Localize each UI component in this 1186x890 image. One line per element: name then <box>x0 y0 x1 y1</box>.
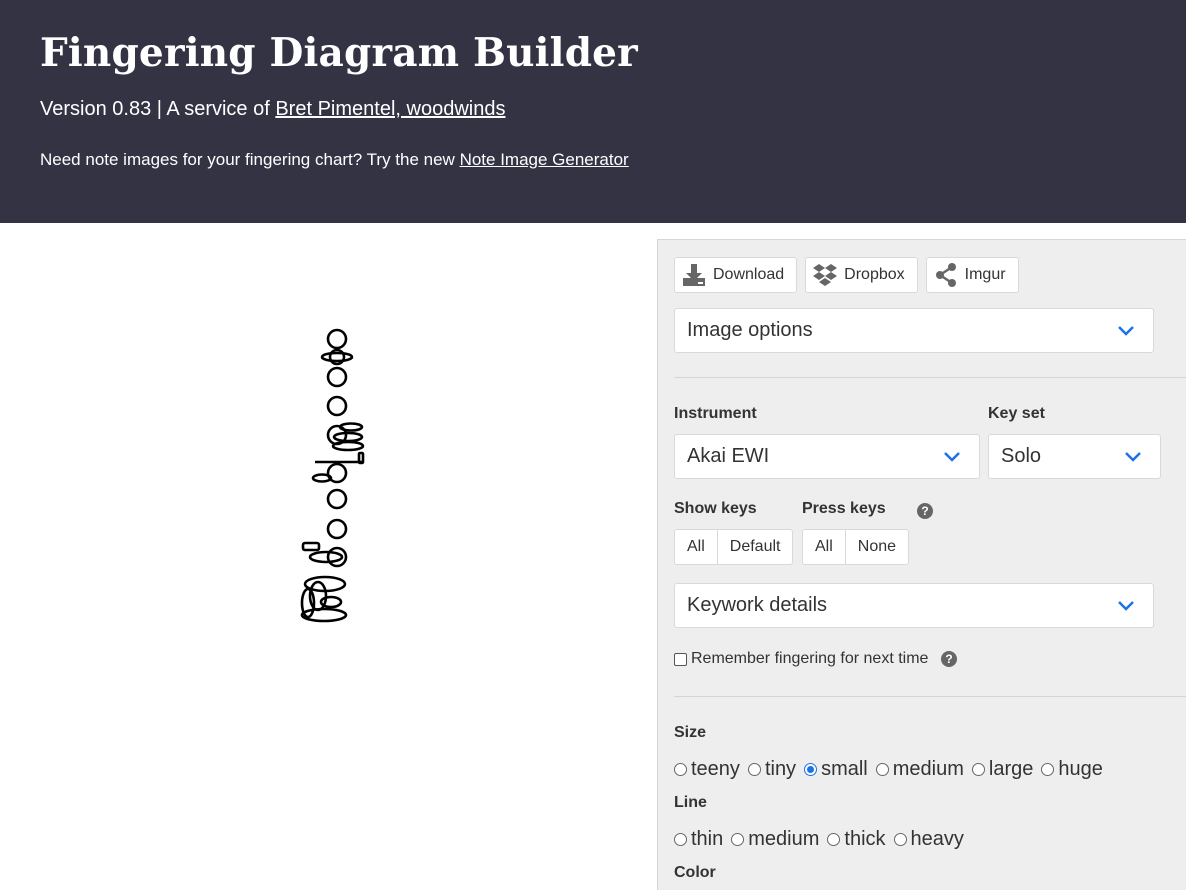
export-toolbar: Download Dropbox Imgur <box>674 257 1019 293</box>
press-keys-group: All None <box>802 529 910 565</box>
instrument-value: Akai EWI <box>687 445 770 467</box>
radio-button[interactable] <box>674 833 687 846</box>
radio-button[interactable] <box>674 763 687 776</box>
radio-button-selected[interactable] <box>804 763 818 776</box>
keywork-details-label: Keywork details <box>687 594 828 616</box>
size-option-label: huge <box>1058 758 1103 780</box>
color-label: Color <box>674 864 716 881</box>
keywork-details-dropdown[interactable]: Keywork details <box>674 583 1154 628</box>
instrument-label: Instrument <box>674 405 757 422</box>
size-option-label: large <box>988 758 1034 780</box>
show-keys-default-button[interactable]: Default <box>716 530 793 564</box>
line-option-medium[interactable]: medium <box>731 828 819 851</box>
radio-button[interactable] <box>747 763 761 776</box>
diagram-key[interactable] <box>331 440 365 452</box>
site-header: Fingering Diagram Builder Version 0.83 |… <box>0 0 1186 223</box>
diagram-key[interactable] <box>320 351 354 363</box>
press-keys-label: Press keys <box>802 500 886 517</box>
line-option-label: heavy <box>910 828 964 850</box>
chevron-down-icon <box>1118 325 1134 336</box>
size-option-small[interactable]: small <box>804 758 868 781</box>
promo-line: Need note images for your fingering char… <box>40 150 629 170</box>
diagram-key[interactable] <box>308 550 344 564</box>
line-label: Line <box>674 794 707 811</box>
line-option-thin[interactable]: thin <box>674 828 723 851</box>
diagram-key[interactable] <box>332 431 364 443</box>
show-keys-all-button[interactable]: All <box>675 530 717 564</box>
radio-button[interactable] <box>893 833 907 846</box>
diagram-key[interactable] <box>326 328 348 350</box>
divider <box>674 377 1186 378</box>
diagram-key[interactable] <box>326 366 348 388</box>
line-option-label: thick <box>844 828 886 850</box>
radio-button[interactable] <box>1041 763 1055 776</box>
chevron-down-icon <box>944 451 960 462</box>
radio-button[interactable] <box>875 763 889 776</box>
download-label: Download <box>713 266 785 283</box>
size-option-label: teeny <box>691 758 740 780</box>
diagram-key[interactable] <box>300 607 348 623</box>
chevron-down-icon <box>1125 451 1141 462</box>
chevron-down-icon <box>1118 600 1134 611</box>
note-image-generator-link[interactable]: Note Image Generator <box>460 150 629 169</box>
size-option-huge[interactable]: huge <box>1041 758 1103 781</box>
radio-button[interactable] <box>731 833 745 846</box>
version-text: Version 0.83 | A service of <box>40 98 276 120</box>
diagram-key[interactable] <box>326 518 348 540</box>
imgur-button[interactable]: Imgur <box>925 257 1019 293</box>
size-option-tiny[interactable]: tiny <box>747 758 797 781</box>
size-option-large[interactable]: large <box>971 758 1034 781</box>
fingering-diagram <box>300 328 365 623</box>
share-icon <box>935 263 956 287</box>
promo-text: Need note images for your fingering char… <box>40 150 460 169</box>
remember-fingering-checkbox[interactable] <box>674 652 687 666</box>
press-keys-none-button[interactable]: None <box>844 530 908 564</box>
size-option-label: small <box>821 758 868 780</box>
download-icon <box>683 264 705 286</box>
download-button[interactable]: Download <box>674 257 798 293</box>
dropbox-button[interactable]: Dropbox <box>805 257 918 293</box>
help-icon[interactable]: ? <box>917 503 933 519</box>
options-panel: Download Dropbox Imgur Image options Ins… <box>657 239 1186 890</box>
keyset-label: Key set <box>988 405 1045 422</box>
radio-button[interactable] <box>827 833 841 846</box>
page-title: Fingering Diagram Builder <box>40 30 638 76</box>
dropbox-icon <box>813 264 838 286</box>
help-icon[interactable]: ? <box>941 651 957 667</box>
diagram-key[interactable] <box>326 488 348 510</box>
keyset-select[interactable]: Solo <box>988 434 1161 479</box>
version-line: Version 0.83 | A service of Bret Pimente… <box>40 98 505 121</box>
size-options: teeny tiny small medium large huge <box>674 758 1111 781</box>
size-option-label: medium <box>892 758 964 780</box>
remember-fingering-row: Remember fingering for next time <box>674 650 928 668</box>
size-option-label: tiny <box>764 758 797 780</box>
line-option-label: thin <box>691 828 724 850</box>
divider <box>674 696 1186 697</box>
diagram-key[interactable] <box>326 395 348 417</box>
line-option-heavy[interactable]: heavy <box>893 828 964 851</box>
keyset-value: Solo <box>1001 445 1042 467</box>
dropbox-label: Dropbox <box>844 266 905 283</box>
size-label: Size <box>674 724 707 741</box>
size-option-medium[interactable]: medium <box>875 758 964 781</box>
remember-fingering-label: Remember fingering for next time <box>691 650 929 667</box>
show-keys-label: Show keys <box>674 500 757 517</box>
instrument-select[interactable]: Akai EWI <box>674 434 980 479</box>
diagram-key[interactable] <box>301 541 321 552</box>
image-options-label: Image options <box>687 319 813 341</box>
imgur-label: Imgur <box>964 266 1006 283</box>
show-keys-group: All Default <box>674 529 794 565</box>
line-option-thick[interactable]: thick <box>827 828 886 851</box>
size-option-teeny[interactable]: teeny <box>674 758 740 781</box>
line-options: thin medium thick heavy <box>674 828 972 851</box>
line-option-label: medium <box>748 828 820 850</box>
author-link[interactable]: Bret Pimentel, woodwinds <box>275 98 505 120</box>
radio-button[interactable] <box>971 763 985 776</box>
image-options-dropdown[interactable]: Image options <box>674 308 1154 353</box>
press-keys-all-button[interactable]: All <box>803 530 845 564</box>
